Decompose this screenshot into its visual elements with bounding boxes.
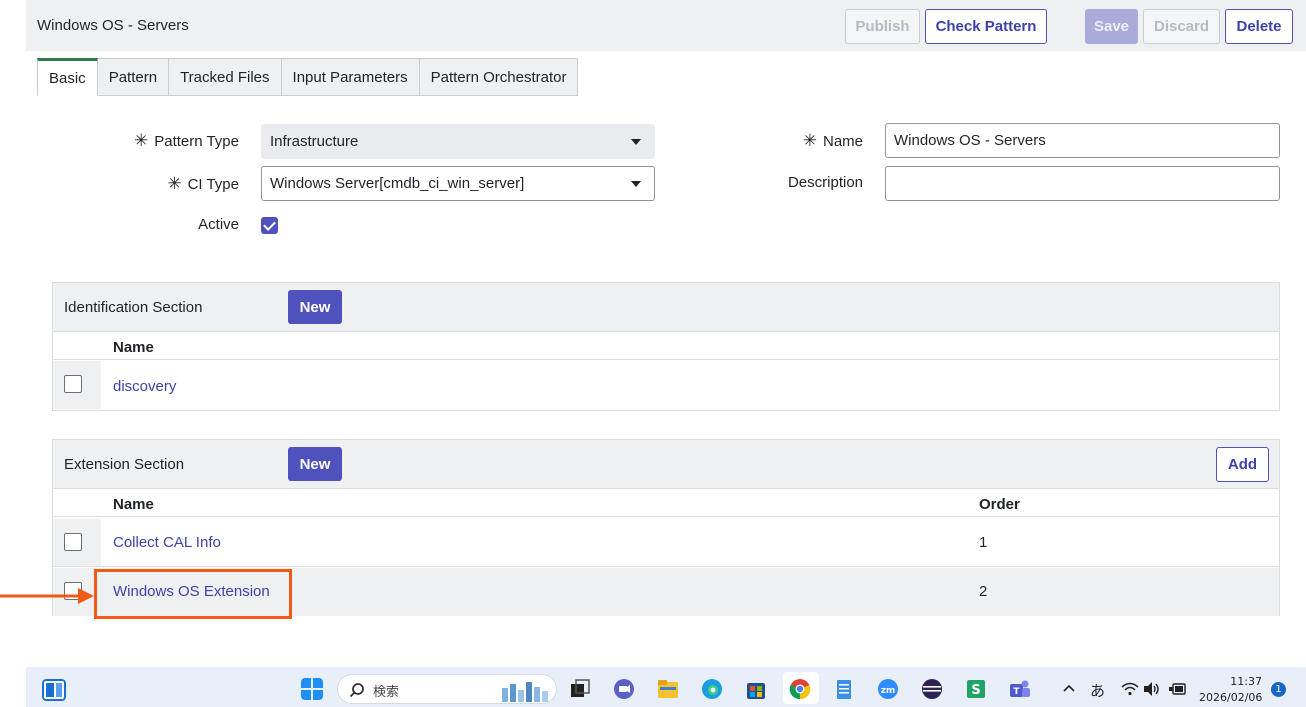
ci-type-label: ✳ CI Type <box>100 174 239 194</box>
required-icon: ✳ <box>802 131 817 150</box>
spreadsheet-icon[interactable]: S <box>965 678 987 700</box>
tab-input-parameters[interactable]: Input Parameters <box>281 58 420 96</box>
row-checkbox[interactable] <box>64 533 82 551</box>
ci-type-select[interactable]: Windows Server[cmdb_ci_win_server] <box>261 166 655 201</box>
tab-basic[interactable]: Basic <box>37 58 98 96</box>
tab-tracked-files[interactable]: Tracked Files <box>169 58 282 96</box>
description-label: Description <box>787 174 863 191</box>
identification-link-discovery[interactable]: discovery <box>113 378 176 395</box>
identification-section-header: Identification Section New <box>53 283 1279 331</box>
chevron-down-icon <box>631 139 641 145</box>
widgets-icon[interactable] <box>42 679 66 701</box>
file-explorer-icon[interactable] <box>657 678 679 700</box>
tab-pattern-orchestrator[interactable]: Pattern Orchestrator <box>419 58 579 96</box>
ci-type-label-text: CI Type <box>187 176 239 193</box>
row-checkbox-cell <box>53 519 101 566</box>
extension-order-value: 1 <box>979 534 988 551</box>
extension-add-button[interactable]: Add <box>1216 447 1269 482</box>
notification-badge[interactable]: 1 <box>1271 682 1286 697</box>
taskbar-search-box[interactable]: 検索 <box>337 674 557 704</box>
chat-icon[interactable] <box>613 678 635 700</box>
annotation-highlight-box <box>94 569 292 619</box>
task-view-icon[interactable] <box>569 678 591 700</box>
chrome-browser-icon[interactable] <box>789 678 811 700</box>
speaker-icon[interactable] <box>1143 681 1161 697</box>
ci-type-value: Windows Server[cmdb_ci_win_server] <box>270 175 525 192</box>
required-icon: ✳ <box>133 131 149 150</box>
windows-start-icon[interactable] <box>301 678 323 700</box>
identification-section: Identification Section New Name discover… <box>52 282 1280 411</box>
discard-button[interactable]: Discard <box>1143 9 1220 44</box>
notepad-icon[interactable] <box>833 678 855 700</box>
identification-section-title: Identification Section <box>64 299 203 316</box>
form-header: Windows OS - Servers Publish Check Patte… <box>26 0 1306 51</box>
active-checkbox[interactable] <box>261 217 278 234</box>
column-order-header[interactable]: Order <box>979 496 1020 513</box>
check-pattern-button[interactable]: Check Pattern <box>925 9 1047 44</box>
edge-browser-icon[interactable] <box>701 678 723 700</box>
search-icon <box>349 683 364 698</box>
extension-column-header: Name Order <box>53 488 1279 517</box>
battery-plug-icon[interactable] <box>1169 682 1187 696</box>
row-checkbox-cell <box>53 361 101 409</box>
tab-pattern[interactable]: Pattern <box>97 58 170 96</box>
store-icon[interactable] <box>745 678 767 700</box>
search-highlight-image-icon <box>502 682 548 702</box>
pattern-type-label-text: Pattern Type <box>154 133 239 150</box>
name-field[interactable]: Windows OS - Servers <box>885 123 1280 158</box>
windows-taskbar: 検索 zm S T あ 11:37 2026/02/06 1 <box>26 667 1306 707</box>
teams-icon[interactable]: T <box>1009 678 1031 700</box>
clock-time[interactable]: 11:37 <box>1222 675 1262 688</box>
column-name-header[interactable]: Name <box>113 496 154 513</box>
extension-link-collect-cal-info[interactable]: Collect CAL Info <box>113 534 221 551</box>
required-icon: ✳ <box>167 174 182 193</box>
publish-button[interactable]: Publish <box>845 9 920 44</box>
page-title: Windows OS - Servers <box>37 17 189 34</box>
name-label-text: Name <box>822 133 863 150</box>
wifi-icon[interactable] <box>1121 682 1139 696</box>
description-field[interactable] <box>885 166 1280 201</box>
active-label: Active <box>198 216 239 233</box>
delete-button[interactable]: Delete <box>1225 9 1293 44</box>
pattern-type-value: Infrastructure <box>270 133 359 150</box>
extension-new-button[interactable]: New <box>288 447 342 481</box>
svg-text:S: S <box>971 683 980 698</box>
table-row: discovery <box>53 361 1279 409</box>
chevron-up-icon[interactable] <box>1063 684 1075 692</box>
column-name-header[interactable]: Name <box>113 339 154 356</box>
svg-text:zm: zm <box>881 686 896 696</box>
svg-text:T: T <box>1013 687 1020 697</box>
extension-order-value: 2 <box>979 583 988 600</box>
extension-section-header: Extension Section New Add <box>53 440 1279 488</box>
annotation-arrow-icon <box>0 588 94 604</box>
search-placeholder: 検索 <box>373 685 400 700</box>
ime-indicator[interactable]: あ <box>1090 680 1105 701</box>
save-button[interactable]: Save <box>1085 9 1138 44</box>
name-label: ✳ Name <box>760 131 863 151</box>
extension-section-title: Extension Section <box>64 456 185 473</box>
row-checkbox[interactable] <box>64 375 82 393</box>
identification-new-button[interactable]: New <box>288 290 342 324</box>
chevron-down-icon <box>631 181 641 187</box>
pattern-type-select[interactable]: Infrastructure <box>261 124 655 159</box>
zoom-icon[interactable]: zm <box>877 678 899 700</box>
identification-column-header: Name <box>53 331 1279 360</box>
clock-date[interactable]: 2026/02/06 <box>1199 691 1262 704</box>
tab-bar: Basic Pattern Tracked Files Input Parame… <box>37 58 579 96</box>
table-row: Collect CAL Info 1 <box>53 519 1279 567</box>
eclipse-icon[interactable] <box>921 678 943 700</box>
pattern-type-label: ✳ Pattern Type <box>100 131 239 151</box>
